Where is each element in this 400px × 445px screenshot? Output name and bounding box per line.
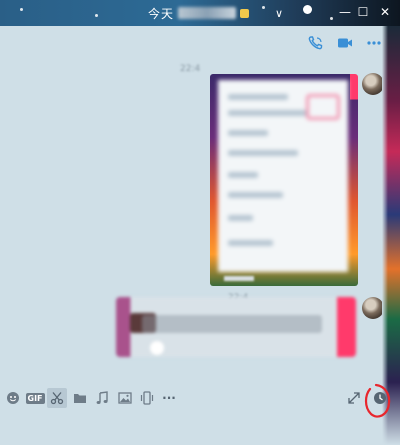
title-chevron-icon[interactable]: ∨ bbox=[275, 7, 283, 20]
folder-icon[interactable] bbox=[72, 390, 88, 406]
input-toolbar: GIF ··· bbox=[0, 386, 386, 410]
title-badge-icon bbox=[240, 8, 250, 18]
snow-decoration bbox=[330, 17, 333, 20]
avatar[interactable] bbox=[362, 73, 384, 95]
screenshot-scissors-icon[interactable] bbox=[47, 388, 67, 408]
snow-decoration bbox=[20, 8, 23, 11]
image-caption bbox=[224, 276, 254, 281]
gif-label: GIF bbox=[25, 392, 45, 404]
message-timestamp: 22:4 bbox=[180, 64, 201, 74]
message-status-icon bbox=[150, 341, 164, 355]
chat-title-blurred-name bbox=[178, 7, 237, 19]
image-icon[interactable] bbox=[117, 390, 133, 406]
blurred-text-line bbox=[228, 130, 268, 136]
more-tools-icon[interactable]: ··· bbox=[161, 390, 177, 406]
more-options-icon[interactable] bbox=[366, 36, 382, 50]
image-message-content bbox=[218, 80, 348, 272]
chat-title-text: 今天 bbox=[148, 6, 175, 21]
highlight-box bbox=[306, 94, 340, 120]
phone-screen-icon[interactable] bbox=[139, 390, 155, 406]
image-message[interactable] bbox=[210, 74, 358, 286]
video-call-icon[interactable] bbox=[337, 36, 353, 50]
blurred-text-line bbox=[228, 110, 308, 116]
blurred-text-line bbox=[228, 94, 288, 100]
blurred-message-text bbox=[142, 315, 322, 333]
blurred-text-line bbox=[228, 172, 258, 178]
gif-icon[interactable]: GIF bbox=[25, 390, 45, 406]
avatar[interactable] bbox=[362, 297, 384, 319]
maximize-button[interactable]: ☐ bbox=[356, 4, 370, 20]
red-annotation-circle bbox=[364, 383, 391, 418]
chat-title[interactable]: 今天 ∨ bbox=[148, 5, 283, 21]
close-button[interactable]: ✕ bbox=[378, 4, 392, 20]
blurred-text-line bbox=[228, 192, 283, 198]
expand-icon[interactable] bbox=[346, 390, 362, 406]
snow-decoration bbox=[95, 14, 98, 17]
title-bar: 今天 ∨ — ☐ ✕ bbox=[0, 0, 400, 26]
music-icon[interactable] bbox=[94, 390, 110, 406]
emoji-icon[interactable] bbox=[5, 390, 21, 406]
blurred-text-line bbox=[228, 215, 253, 221]
moon-decoration bbox=[303, 5, 312, 14]
minimize-button[interactable]: — bbox=[338, 4, 352, 20]
blurred-text-line bbox=[228, 240, 273, 246]
blurred-text-line bbox=[228, 150, 298, 156]
phone-icon[interactable] bbox=[308, 36, 324, 50]
text-message-bubble[interactable] bbox=[116, 297, 356, 357]
